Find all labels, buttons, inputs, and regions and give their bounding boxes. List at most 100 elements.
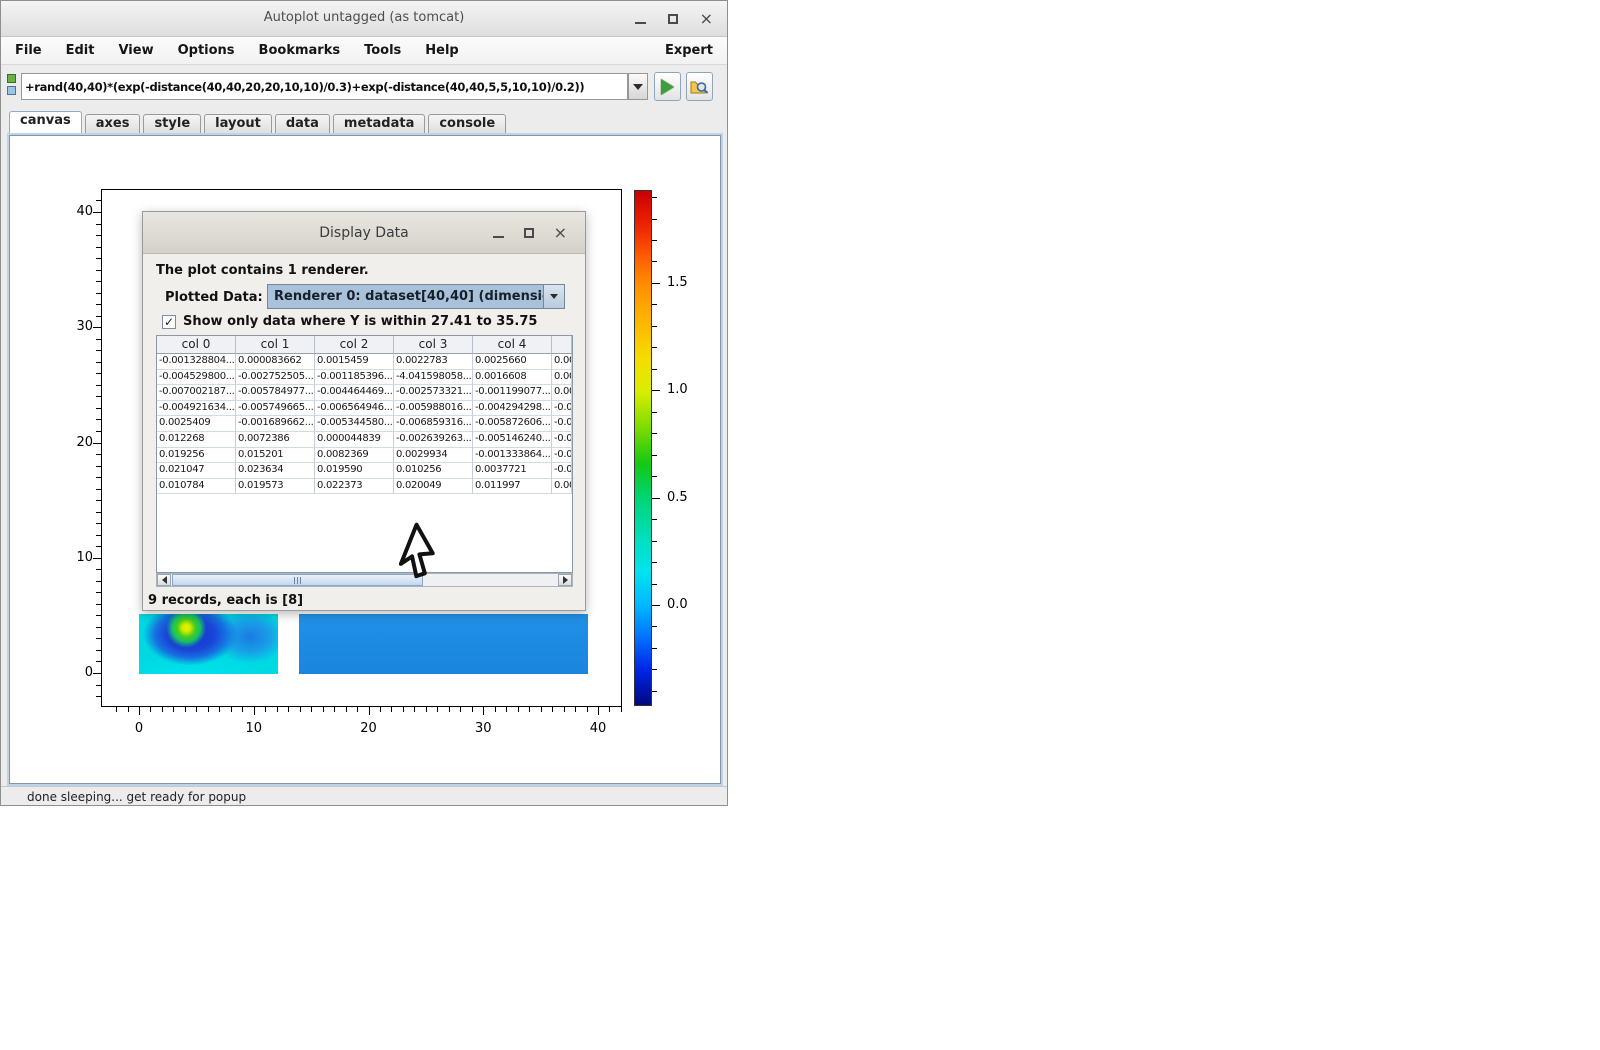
thumb-grip-icon: [297, 577, 298, 584]
table-cell[interactable]: -0.001328804...: [157, 354, 236, 370]
table-cell[interactable]: 0.020049: [394, 479, 473, 495]
column-header[interactable]: col 3: [394, 336, 473, 354]
table-cell[interactable]: 0.0016608: [473, 370, 552, 386]
tab-layout[interactable]: layout: [204, 114, 272, 133]
scrollbar-thumb[interactable]: [172, 574, 423, 586]
table-cell[interactable]: -0.005344580...: [315, 416, 394, 432]
table-cell[interactable]: 0.0029934: [394, 448, 473, 464]
table-cell[interactable]: 0.012268: [157, 432, 236, 448]
menu-tools[interactable]: Tools: [364, 43, 401, 58]
table-cell[interactable]: -0.005784977...: [236, 385, 315, 401]
table-cell[interactable]: 0.000044839: [315, 432, 394, 448]
horizontal-scrollbar[interactable]: [156, 573, 573, 587]
table-cell[interactable]: 0.0037721: [473, 463, 552, 479]
table-cell[interactable]: -0.006564946...: [315, 401, 394, 417]
table-cell[interactable]: -0.00: [552, 416, 572, 432]
combobox-arrow-button[interactable]: [543, 285, 564, 308]
table-cell[interactable]: 0.00: [552, 354, 572, 370]
table-cell[interactable]: 0.00: [552, 385, 572, 401]
table-cell[interactable]: -0.004294298...: [473, 401, 552, 417]
expert-label[interactable]: Expert: [665, 43, 713, 58]
plot-go-button[interactable]: [654, 72, 681, 101]
table-cell[interactable]: 0.015201: [236, 448, 315, 464]
table-cell[interactable]: -0.00: [552, 448, 572, 464]
axis-tick: [609, 707, 610, 712]
table-cell[interactable]: 0.0082369: [315, 448, 394, 464]
dialog-maximize-icon[interactable]: [524, 228, 534, 238]
table-cell[interactable]: -0.004529800...: [157, 370, 236, 386]
minimize-icon[interactable]: [635, 22, 646, 24]
uri-input[interactable]: [21, 73, 628, 100]
window-titlebar[interactable]: Autoplot untagged (as tomcat) ×: [1, 1, 727, 37]
table-cell[interactable]: -0.002573321...: [394, 385, 473, 401]
menu-bookmarks[interactable]: Bookmarks: [259, 43, 341, 58]
table-cell[interactable]: 0.0025409: [157, 416, 236, 432]
dialog-minimize-icon[interactable]: [493, 236, 504, 238]
tab-style[interactable]: style: [143, 114, 201, 133]
table-cell[interactable]: -0.005872606...: [473, 416, 552, 432]
table-cell[interactable]: 0.021047: [157, 463, 236, 479]
table-cell[interactable]: -0.001333864...: [473, 448, 552, 464]
column-header[interactable]: col 4: [473, 336, 552, 354]
column-header[interactable]: [552, 336, 572, 354]
table-cell[interactable]: 0.0025660: [473, 354, 552, 370]
table-cell[interactable]: -0.00: [552, 401, 572, 417]
table-cell[interactable]: -0.002752505...: [236, 370, 315, 386]
table-cell[interactable]: 0.0022783: [394, 354, 473, 370]
table-cell[interactable]: -0.004921634...: [157, 401, 236, 417]
table-cell[interactable]: -0.004464469...: [315, 385, 394, 401]
tab-data[interactable]: data: [275, 114, 330, 133]
tab-axes[interactable]: axes: [85, 114, 141, 133]
table-cell[interactable]: -0.001185396...: [315, 370, 394, 386]
scroll-right-button[interactable]: [558, 574, 572, 586]
filter-checkbox[interactable]: ✓: [162, 315, 176, 329]
table-cell[interactable]: -0.001689662...: [236, 416, 315, 432]
table-cell[interactable]: 0.0072386: [236, 432, 315, 448]
table-cell[interactable]: 0.000083662: [236, 354, 315, 370]
table-cell[interactable]: -0.006859316...: [394, 416, 473, 432]
plotted-data-combobox[interactable]: Renderer 0: dataset[40,40] (dimension...: [267, 284, 565, 309]
table-cell[interactable]: -0.00: [552, 432, 572, 448]
table-cell[interactable]: 0.011997: [473, 479, 552, 495]
tab-metadata[interactable]: metadata: [333, 114, 425, 133]
menu-options[interactable]: Options: [178, 43, 235, 58]
dialog-titlebar[interactable]: Display Data ×: [143, 212, 585, 254]
scroll-left-button[interactable]: [157, 574, 171, 586]
table-cell[interactable]: -0.001199077...: [473, 385, 552, 401]
table-cell[interactable]: -0.00: [552, 463, 572, 479]
table-cell[interactable]: -4.041598058...: [394, 370, 473, 386]
close-icon[interactable]: ×: [700, 11, 713, 27]
table-cell[interactable]: 0.00: [552, 479, 572, 495]
menu-edit[interactable]: Edit: [66, 43, 95, 58]
table-cell[interactable]: -0.005146240...: [473, 432, 552, 448]
menu-file[interactable]: File: [15, 43, 42, 58]
table-cell[interactable]: 0.019256: [157, 448, 236, 464]
table-cell[interactable]: -0.005988016...: [394, 401, 473, 417]
table-cell[interactable]: 0.022373: [315, 479, 394, 495]
table-cell[interactable]: -0.002639263...: [394, 432, 473, 448]
triangle-right-icon: [563, 576, 568, 584]
table-cell[interactable]: -0.005749665...: [236, 401, 315, 417]
table-cell[interactable]: 0.019590: [315, 463, 394, 479]
column-header[interactable]: col 2: [315, 336, 394, 354]
maximize-icon[interactable]: [668, 14, 678, 24]
table-cell[interactable]: 0.019573: [236, 479, 315, 495]
uri-dropdown-button[interactable]: [628, 73, 648, 100]
table-cell[interactable]: -0.007002187...: [157, 385, 236, 401]
table-cell[interactable]: 0.023634: [236, 463, 315, 479]
table-cell[interactable]: 0.00: [552, 370, 572, 386]
column-header[interactable]: col 0: [157, 336, 236, 354]
column-header[interactable]: col 1: [236, 336, 315, 354]
table-cell[interactable]: 0.010784: [157, 479, 236, 495]
tab-console[interactable]: console: [428, 114, 506, 133]
menu-help[interactable]: Help: [425, 43, 458, 58]
scrollbar-track[interactable]: [171, 574, 558, 586]
tab-canvas[interactable]: canvas: [9, 111, 82, 133]
dialog-close-icon[interactable]: ×: [554, 225, 567, 241]
menu-view[interactable]: View: [118, 43, 153, 58]
table-cell[interactable]: 0.0015459: [315, 354, 394, 370]
inspect-uri-button[interactable]: [686, 72, 713, 101]
table-cell[interactable]: 0.010256: [394, 463, 473, 479]
colorbar-gradient[interactable]: [634, 190, 652, 706]
axis-tick: [96, 304, 101, 305]
